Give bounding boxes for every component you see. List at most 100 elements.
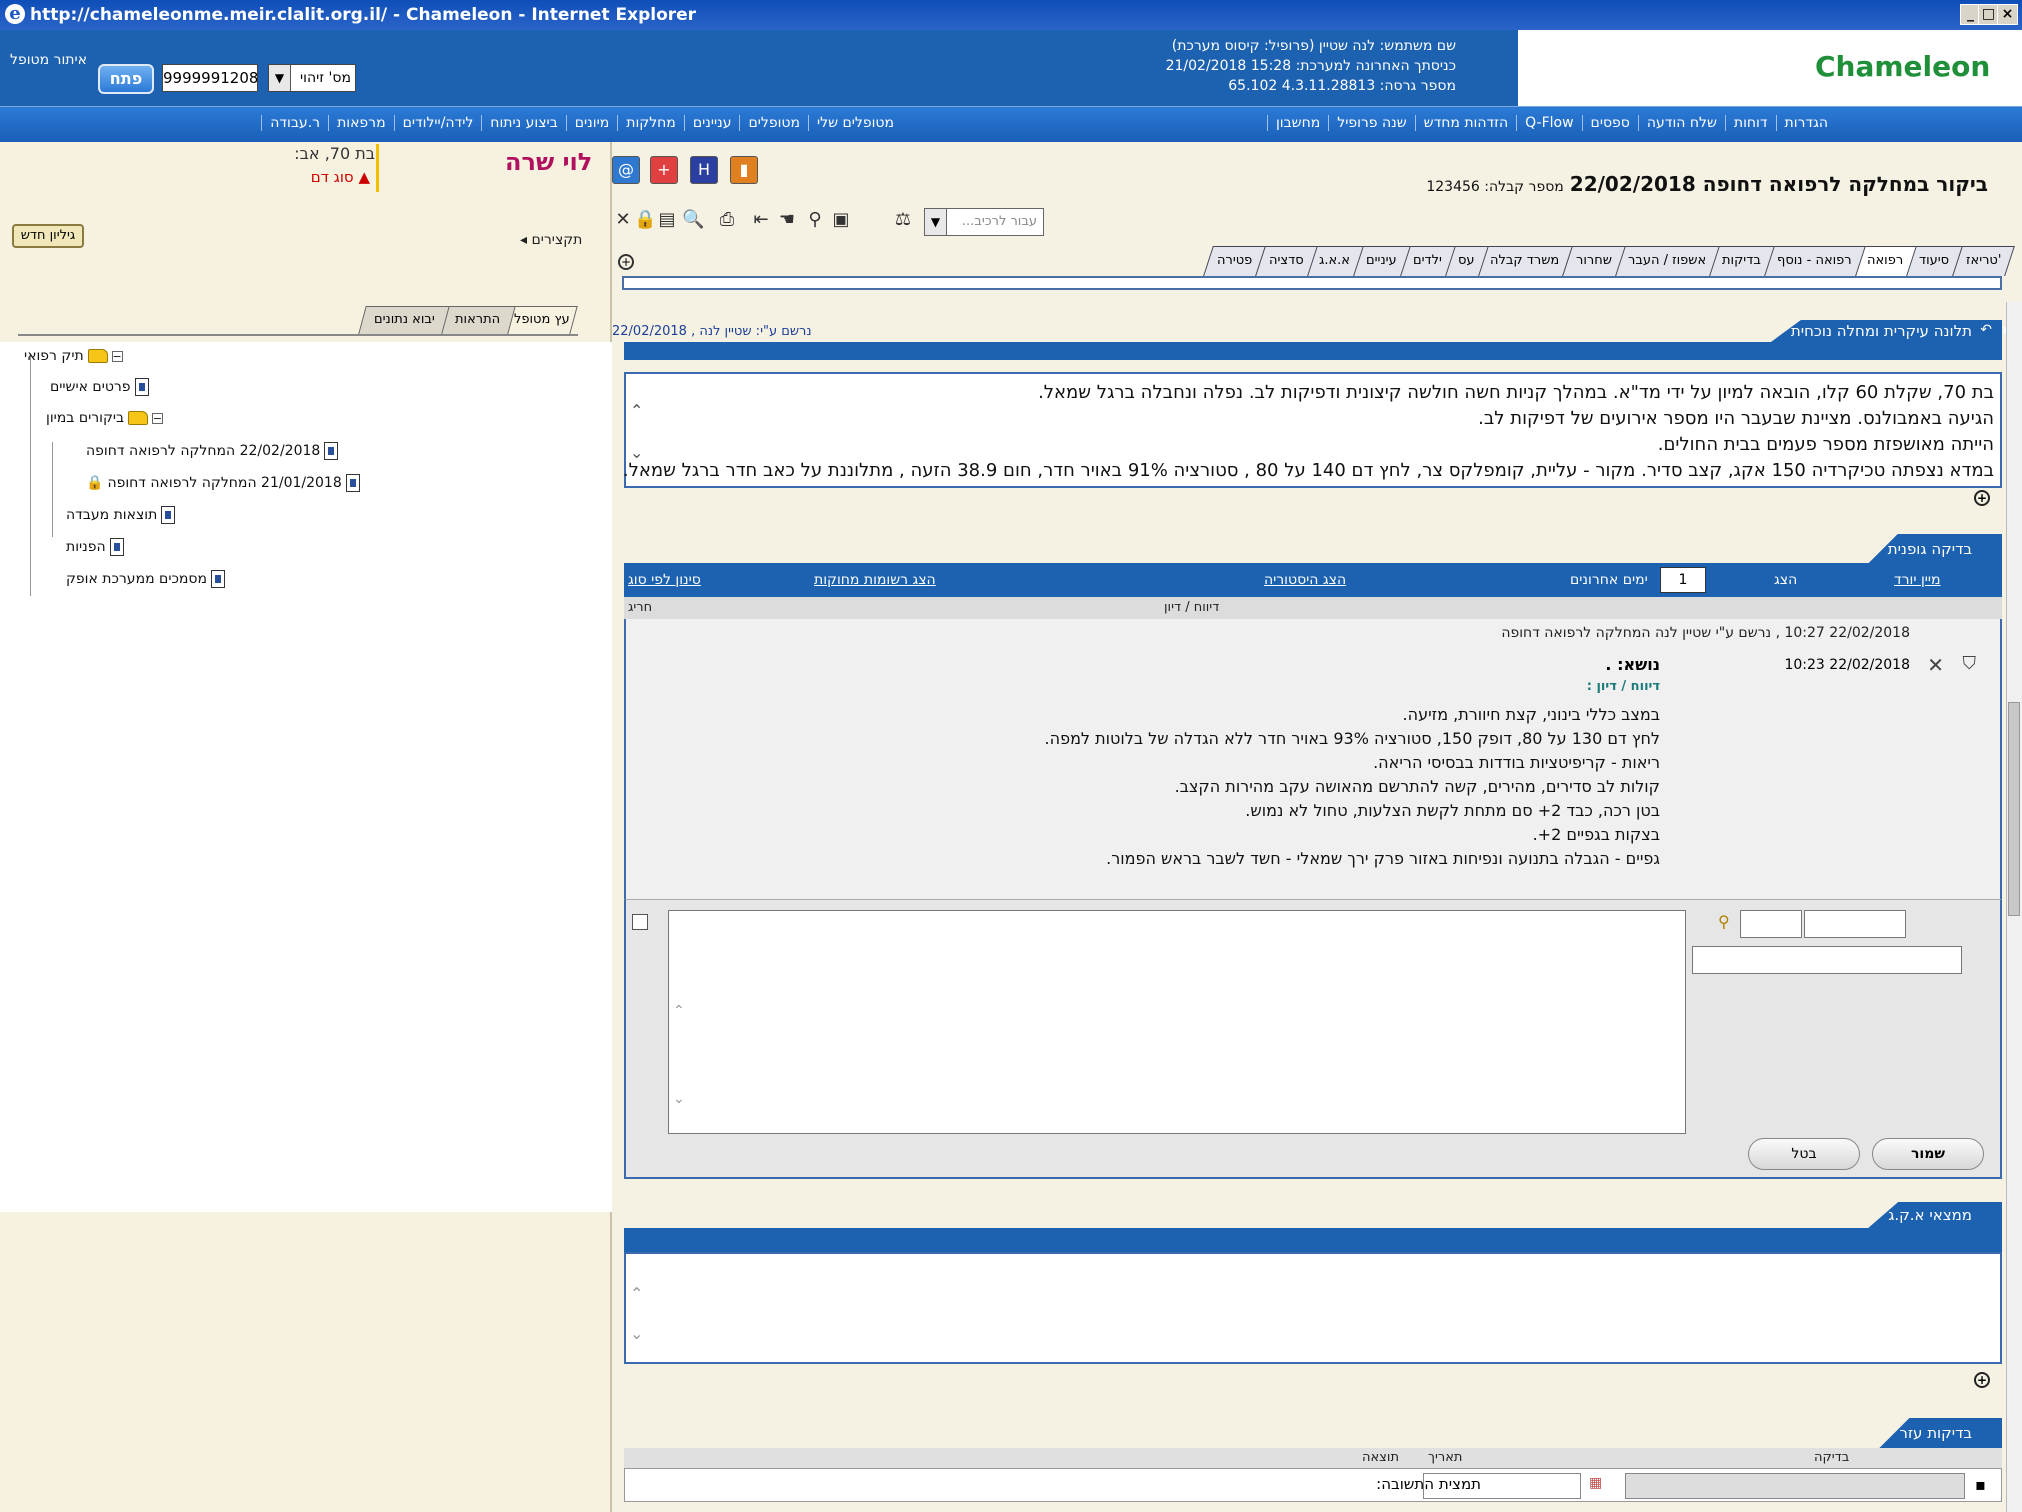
tree-label: ביקורים במיון — [46, 410, 125, 426]
delete-icon[interactable]: ✕ — [1927, 653, 1944, 677]
tab-alerts[interactable]: התראות — [440, 306, 516, 334]
visit-tab[interactable]: רפואה - נוסף — [1762, 246, 1866, 276]
undo-icon[interactable]: ↶ — [1980, 322, 1992, 338]
nav-item[interactable]: ספסים — [1581, 115, 1638, 131]
save-button[interactable]: שמור — [1872, 1138, 1984, 1170]
exam-textarea[interactable]: ⌃ ⌄ — [668, 910, 1686, 1134]
nav-item[interactable]: שנה פרופיל — [1328, 115, 1414, 131]
tree-node-docs[interactable]: מסמכים ממערכת אופק — [66, 570, 225, 588]
nav-item[interactable]: הזדהות מחדש — [1414, 115, 1516, 131]
nav-item[interactable]: ר.עבודה — [261, 115, 328, 131]
email-icon[interactable]: @ — [612, 156, 640, 184]
close-icon[interactable]: × — [1997, 4, 2018, 25]
id-number-input[interactable]: 9999991208 — [162, 64, 258, 92]
show-deleted-link[interactable]: הצג רשומות מחוקות — [814, 572, 936, 588]
tab-label: עס — [1457, 253, 1475, 268]
shield-icon[interactable]: ⛉ — [1963, 653, 1977, 674]
tab-label: א.א.ג — [1319, 253, 1351, 268]
visit-tab[interactable]: פטירה — [1203, 246, 1267, 276]
checkbox[interactable] — [632, 914, 648, 930]
document-icon[interactable]: ▤ — [656, 208, 678, 232]
chevron-down-icon[interactable]: ▼ — [269, 65, 291, 91]
warning-icon: ▲ — [358, 168, 370, 186]
locate-patient-link[interactable]: איתור מטופל — [10, 52, 87, 68]
time-input[interactable] — [1740, 910, 1802, 938]
document-icon — [109, 538, 124, 556]
visit-tab[interactable]: אשפוז / העבר — [1613, 246, 1720, 276]
tree-node-visit-2[interactable]: 21/01/2018 המחלקה לרפואה דחופה 🔒 — [86, 474, 360, 492]
cancel-button[interactable]: בטל — [1748, 1138, 1860, 1170]
chevron-down-icon[interactable]: ▼ — [925, 209, 947, 235]
expand-icon[interactable]: + — [618, 254, 634, 270]
tree-label: פרטים אישיים — [50, 379, 131, 395]
new-sheet-button[interactable]: גיליון חדש — [12, 224, 84, 248]
go-to-component-select[interactable]: ▼ עבור לרכיב... — [924, 208, 1044, 236]
tree-node-referrals[interactable]: הפניות — [66, 538, 124, 556]
scroll-arrows-icon[interactable]: ⌃ — [673, 931, 685, 1091]
nav-item[interactable]: מרפאות — [328, 115, 394, 131]
id-type-select[interactable]: ▼ מס' זיהוי — [268, 64, 356, 92]
tab-import-data[interactable]: יבוא נתונים — [358, 306, 450, 334]
nav-item[interactable]: מחלקות — [617, 115, 684, 131]
show-history-link[interactable]: הצג היסטוריה — [1264, 572, 1346, 588]
nav-item[interactable]: לידה/יילודים — [393, 115, 482, 131]
close-icon[interactable]: ✕ — [612, 208, 634, 232]
nav-item[interactable]: Q-Flow — [1516, 115, 1581, 131]
nav-item[interactable]: מטופלים שלי — [808, 115, 902, 131]
nav-item[interactable]: ביצוע ניתוח — [481, 115, 565, 131]
calendar-icon[interactable]: ⚲ — [1718, 912, 1730, 931]
go-to-label: עבור לרכיב... — [961, 214, 1037, 229]
nav-item[interactable]: מחשבון — [1266, 115, 1328, 131]
save-copy-icon[interactable]: ▣ — [830, 208, 852, 232]
add-icon[interactable]: + — [1974, 1372, 1990, 1388]
preview-icon[interactable]: 🔍 — [682, 208, 704, 232]
scales-icon[interactable]: ⚖ — [892, 208, 914, 232]
tab-patient-tree[interactable]: עץ מטופל — [506, 306, 578, 334]
tab-label: סיעוד — [1919, 253, 1950, 268]
nav-item[interactable]: שלח הודעה — [1637, 115, 1725, 131]
exit-icon[interactable]: ⇤ — [750, 208, 772, 232]
visit-tab[interactable]: משרד קבלה — [1476, 246, 1574, 276]
save-icon[interactable]: ▪ — [1975, 1475, 1986, 1494]
hand-icon[interactable]: ☚ — [776, 208, 798, 232]
sort-desc-link[interactable]: מיין יורד — [1894, 572, 1941, 588]
scroll-down-icon[interactable]: ⌄ — [673, 1091, 685, 1107]
nav-item[interactable]: הגדרות — [1775, 115, 1836, 131]
tab-label: בדיקות — [1721, 253, 1761, 268]
complaint-title: תלונה עיקרית ומחלה נוכחית — [1770, 320, 2002, 342]
blood-type: ▲ סוג דם — [290, 168, 370, 186]
scroll-arrows-icon[interactable]: ⌃ ⌄ — [630, 1274, 643, 1354]
subject-input[interactable] — [1692, 946, 1962, 974]
tree-node-medical-file[interactable]: − תיק רפואי — [24, 348, 123, 364]
nav-item[interactable]: מיונים — [565, 115, 617, 131]
maximize-icon[interactable]: □ — [1978, 4, 1999, 25]
test-select[interactable] — [1625, 1473, 1965, 1499]
document-icon — [345, 474, 360, 492]
chart-icon[interactable]: ▮ — [730, 156, 758, 184]
filter-type-link[interactable]: סינון לפי סוג — [628, 572, 701, 588]
tests-title: בדיקות עזר — [1879, 1418, 2002, 1448]
scrollbar-thumb[interactable] — [2008, 702, 2020, 916]
nav-item[interactable]: עניינים — [683, 115, 740, 131]
medical-kit-icon[interactable]: + — [650, 156, 678, 184]
tree-node-lab[interactable]: תוצאות מעבדה — [66, 506, 176, 524]
lock-icon[interactable]: 🔒 — [634, 208, 656, 232]
tab-label: סדציה — [1268, 253, 1304, 268]
complaint-text-area[interactable]: ⌃ ⌄ בת 70, שקלת 60 קלו, הובאה למיון על יד… — [623, 372, 2002, 488]
nav-item[interactable]: דוחות — [1724, 115, 1776, 131]
tree-node-visit-1[interactable]: 22/02/2018 המחלקה לרפואה דחופה — [86, 442, 339, 460]
print-icon[interactable]: ⎙ — [716, 208, 738, 232]
attach-icon[interactable]: ⚲ — [804, 208, 826, 232]
tree-node-personal[interactable]: פרטים אישיים — [50, 378, 149, 396]
add-icon[interactable]: + — [1974, 490, 1990, 506]
summaries-link[interactable]: תקצירים ◂ — [520, 232, 582, 248]
last-login: כניסתך האחרונה למערכת: 15:28 21/02/2018 — [1165, 58, 1456, 74]
ecg-text-area[interactable]: ⌃ ⌄ — [624, 1252, 2002, 1364]
hospital-icon[interactable]: H — [690, 156, 718, 184]
calendar-icon[interactable]: ▦ — [1589, 1475, 1602, 1491]
nav-item[interactable]: מטופלים — [739, 115, 808, 131]
tree-node-visits[interactable]: − ביקורים במיון — [46, 410, 164, 426]
date-input[interactable] — [1804, 910, 1906, 938]
open-button[interactable]: פתח — [98, 64, 154, 94]
days-input[interactable]: 1 — [1660, 567, 1706, 593]
